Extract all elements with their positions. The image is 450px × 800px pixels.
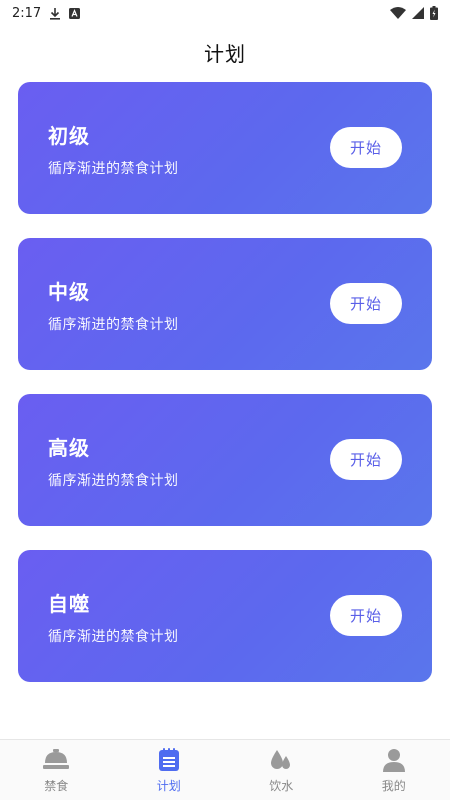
nav-label: 计划: [156, 778, 181, 793]
plan-name: 初级: [48, 124, 90, 148]
bowl-icon: [43, 747, 70, 773]
page-title: 计划: [204, 42, 246, 66]
wifi-icon: [390, 7, 406, 19]
plan-card-advanced[interactable]: 高级 循序渐进的禁食计划 开始: [18, 394, 432, 526]
nav-item-profile[interactable]: 我的: [338, 740, 450, 800]
download-icon: [49, 7, 61, 20]
status-left: 2:17: [12, 5, 81, 21]
signal-icon: [412, 7, 424, 19]
bottom-nav: 禁食 计划 饮水 我的: [0, 739, 450, 800]
status-time: 2:17: [12, 5, 42, 21]
app-notification-icon: [69, 7, 81, 19]
plan-card-intermediate[interactable]: 中级 循序渐进的禁食计划 开始: [18, 238, 432, 370]
nav-label: 我的: [381, 778, 406, 793]
start-button[interactable]: 开始: [330, 439, 402, 480]
plan-card-beginner[interactable]: 初级 循序渐进的禁食计划 开始: [18, 82, 432, 214]
nav-label: 饮水: [269, 778, 294, 793]
person-icon: [381, 747, 407, 773]
list-icon: [156, 747, 182, 773]
plan-description: 循序渐进的禁食计划: [48, 161, 179, 177]
nav-item-fasting[interactable]: 禁食: [0, 740, 113, 800]
plan-list: 初级 循序渐进的禁食计划 开始 中级 循序渐进的禁食计划 开始 高级 循序渐进的…: [18, 82, 432, 682]
plan-name: 高级: [48, 436, 90, 460]
status-bar: 2:17: [0, 0, 450, 26]
plan-description: 循序渐进的禁食计划: [48, 317, 179, 333]
plan-description: 循序渐进的禁食计划: [48, 473, 179, 489]
plan-name: 自噬: [48, 592, 90, 616]
battery-icon: [430, 6, 438, 20]
plan-card-autophagy[interactable]: 自噬 循序渐进的禁食计划 开始: [18, 550, 432, 682]
water-drop-icon: [268, 747, 294, 773]
nav-item-plan[interactable]: 计划: [113, 740, 226, 800]
start-button[interactable]: 开始: [330, 127, 402, 168]
nav-item-water[interactable]: 饮水: [225, 740, 338, 800]
start-button[interactable]: 开始: [330, 283, 402, 324]
status-right: [390, 6, 438, 20]
plan-description: 循序渐进的禁食计划: [48, 629, 179, 645]
start-button[interactable]: 开始: [330, 595, 402, 636]
nav-label: 禁食: [44, 778, 69, 793]
app-screen: 2:17 计划 初级 循序渐进的禁食计划 开始 中级 循序渐进的禁食计划 开始 …: [0, 0, 450, 800]
plan-name: 中级: [48, 280, 90, 304]
